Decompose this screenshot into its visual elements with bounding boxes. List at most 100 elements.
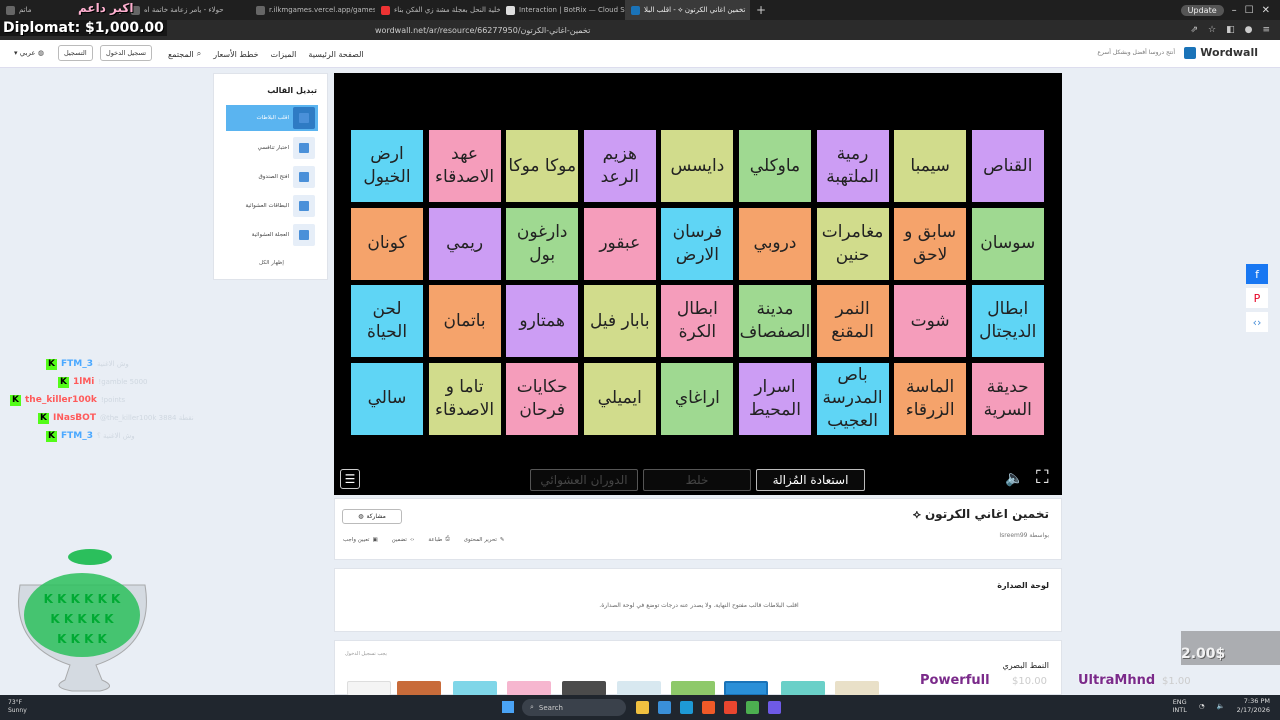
- discord-icon[interactable]: [768, 701, 781, 714]
- template-quiz[interactable]: اختبار تنافسي: [226, 135, 318, 161]
- wordwall-logo[interactable]: Wordwall: [1184, 46, 1258, 59]
- minimize-icon[interactable]: –: [1232, 5, 1237, 16]
- flip-tile[interactable]: سالي: [351, 362, 423, 435]
- flip-tile[interactable]: رمية الملتهبة: [816, 130, 889, 202]
- share-button[interactable]: ◍ مشاركة: [342, 509, 402, 524]
- flip-tile[interactable]: دارغون بول: [506, 207, 579, 280]
- share-page-icon[interactable]: ⇗: [1190, 25, 1198, 35]
- url-text[interactable]: wordwall.net/ar/resource/66277950/تخمين-…: [375, 26, 590, 35]
- facebook-icon[interactable]: f: [1246, 264, 1268, 284]
- flip-tile[interactable]: همتارو: [506, 285, 579, 358]
- show-all-link[interactable]: إظهار الكل: [214, 260, 329, 266]
- menu-icon[interactable]: ☰: [340, 469, 360, 489]
- style-thumb[interactable]: [453, 681, 497, 696]
- flip-tile[interactable]: سوسان: [971, 207, 1044, 280]
- language-indicator[interactable]: ENG INTL: [1173, 698, 1187, 714]
- style-thumb-selected[interactable]: [724, 681, 768, 696]
- flip-tile[interactable]: كونان: [351, 207, 423, 280]
- pinterest-icon[interactable]: P: [1246, 288, 1268, 308]
- flip-tile[interactable]: باتمان: [428, 285, 501, 358]
- chrome-icon[interactable]: [746, 701, 759, 714]
- style-thumb[interactable]: [562, 681, 606, 696]
- flip-tile[interactable]: مغامرات حنين: [816, 207, 889, 280]
- browser-icon[interactable]: [702, 701, 715, 714]
- browser-tab[interactable]: Interaction | BotRix — Cloud Stream: [500, 0, 625, 20]
- store-icon[interactable]: [658, 701, 671, 714]
- flip-tile[interactable]: دايسس: [661, 130, 734, 202]
- template-flip-tiles[interactable]: اقلب البلاطات: [226, 105, 318, 131]
- random-spin-button[interactable]: الدوران العشوائي: [530, 469, 638, 491]
- flip-tile[interactable]: بابار فيل: [583, 285, 656, 358]
- style-thumb[interactable]: [617, 681, 661, 696]
- flip-tile[interactable]: ابطال الكرة: [661, 285, 734, 358]
- flip-tile[interactable]: ماوكلي: [738, 130, 811, 202]
- flip-tile[interactable]: القناص: [971, 130, 1044, 202]
- nav-pricing[interactable]: خطط الأسعار: [213, 49, 258, 59]
- shuffle-button[interactable]: خلط: [643, 469, 751, 491]
- flip-tile[interactable]: ريمي: [428, 207, 501, 280]
- edit-content-button[interactable]: تحرير المحتوى ✎: [464, 536, 505, 543]
- style-thumb[interactable]: [781, 681, 825, 696]
- template-random-cards[interactable]: البطاقات العشوائية: [226, 193, 318, 219]
- nav-home[interactable]: الصفحة الرئيسية: [308, 49, 363, 59]
- style-thumb[interactable]: [671, 681, 715, 696]
- flip-tile[interactable]: ابطال الديجتال: [971, 285, 1044, 358]
- wifi-icon[interactable]: ◔: [1199, 702, 1205, 710]
- print-button[interactable]: طباعة ⎙: [428, 536, 449, 543]
- flip-tile[interactable]: شوت: [894, 285, 967, 358]
- taskbar-search[interactable]: ⌕ Search: [522, 699, 626, 716]
- assign-button[interactable]: تعيين واجب ▣: [343, 536, 378, 543]
- nav-features[interactable]: الميزات: [271, 49, 297, 59]
- clock[interactable]: 7:36 PM 2/17/2026: [1237, 697, 1270, 715]
- bookmark-icon[interactable]: ☆: [1208, 25, 1216, 35]
- nav-community[interactable]: ⌕ المجتمع: [168, 49, 201, 59]
- flip-tile[interactable]: موكا موكا: [506, 130, 579, 202]
- edge-icon[interactable]: [680, 701, 693, 714]
- flip-tile[interactable]: لحن الحياة: [351, 285, 423, 358]
- flip-tile[interactable]: باص المدرسة العجيب: [816, 362, 889, 435]
- signup-button[interactable]: تسجيل الدخول: [100, 45, 153, 61]
- style-thumb[interactable]: [507, 681, 551, 696]
- extensions-icon[interactable]: ◧: [1226, 25, 1235, 35]
- flip-tile[interactable]: حديقة السرية: [971, 362, 1044, 435]
- language-selector[interactable]: ▾ عربي ◍: [14, 49, 44, 57]
- style-thumb[interactable]: [397, 681, 441, 696]
- weather-widget[interactable]: 73°F Sunny: [8, 699, 27, 715]
- embed-share-icon[interactable]: ‹›: [1246, 312, 1268, 332]
- flip-tile[interactable]: حكايات فرحان: [506, 362, 579, 435]
- browser-tab-active[interactable]: تخمين اغاني الكرتون ⟡ - اقلب البلا✕: [625, 0, 750, 20]
- template-random-wheel[interactable]: العجلة العشوائية: [226, 222, 318, 248]
- restore-removed-button[interactable]: استعادة المُزالة: [756, 469, 865, 491]
- register-button[interactable]: التسجيل: [58, 45, 93, 61]
- flip-tile[interactable]: سيمبا: [894, 130, 967, 202]
- volume-icon[interactable]: 🔈: [1217, 702, 1225, 710]
- flip-tile[interactable]: تاما و الاصدقاء: [428, 362, 501, 435]
- flip-tile[interactable]: دروبي: [738, 207, 811, 280]
- flip-tile[interactable]: ارض الخيول: [351, 130, 423, 202]
- browser-tab[interactable]: r.ilkmgames.vercel.app/games/whee: [250, 0, 375, 20]
- close-window-icon[interactable]: ✕: [1262, 5, 1270, 16]
- flip-tile[interactable]: عهد الاصدقاء: [428, 130, 501, 202]
- menu-dots-icon[interactable]: ≡: [1262, 25, 1270, 35]
- template-open-box[interactable]: افتح الصندوق: [226, 164, 318, 190]
- windows-start-icon[interactable]: [502, 701, 514, 713]
- speaker-icon[interactable]: 🔈: [1005, 469, 1024, 487]
- browser-tab[interactable]: خلية النحل بعجلة مشة زي الفكن بناء!: [375, 0, 500, 20]
- browser-tab[interactable]: حولاء - يامر زعامة خاتمة اه: [125, 0, 250, 20]
- flip-tile[interactable]: هزيم الرعد: [583, 130, 656, 202]
- flip-tile[interactable]: سابق و لاحق: [894, 207, 967, 280]
- profile-icon[interactable]: ●: [1245, 25, 1253, 35]
- style-thumb[interactable]: [835, 681, 879, 696]
- style-thumb[interactable]: [347, 681, 391, 696]
- file-explorer-icon[interactable]: [636, 701, 649, 714]
- new-tab-button[interactable]: +: [750, 3, 772, 17]
- flip-tile[interactable]: ايميلي: [583, 362, 656, 435]
- flip-tile[interactable]: فرسان الارض: [661, 207, 734, 280]
- flip-tile[interactable]: اراغاي: [661, 362, 734, 435]
- flip-tile[interactable]: اسرار المحيط: [738, 362, 811, 435]
- fullscreen-icon[interactable]: ⛶: [1036, 467, 1049, 488]
- author-line[interactable]: بواسطة Isreem99: [999, 532, 1049, 539]
- flip-tile[interactable]: مدينة الصفصاف: [738, 285, 811, 358]
- embed-button[interactable]: تضمين ‹›: [392, 536, 415, 543]
- update-button[interactable]: Update: [1180, 4, 1224, 16]
